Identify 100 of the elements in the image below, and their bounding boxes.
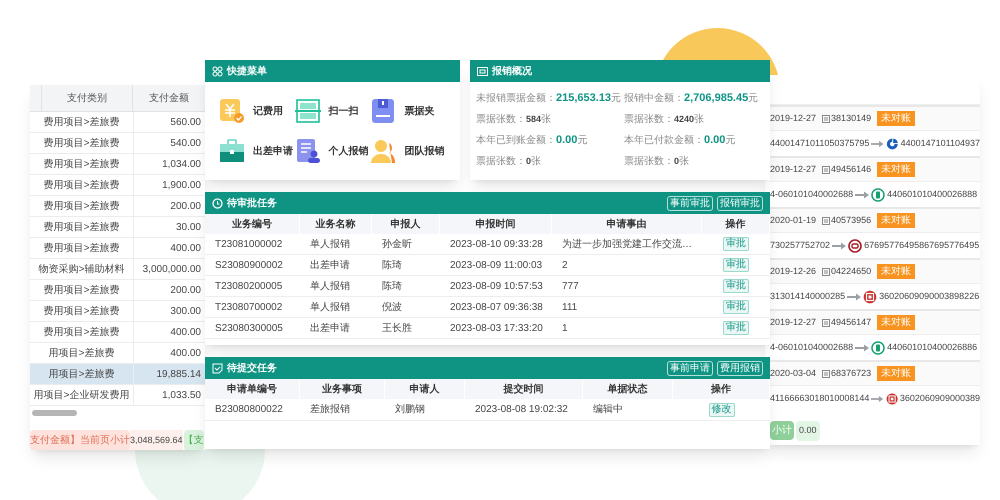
document-icon (822, 318, 830, 326)
table-row[interactable]: 费用项目>差旅费 540.00 (30, 133, 205, 154)
table-row[interactable]: 用项目>差旅费 400.00 (30, 343, 205, 364)
date-text: 2019-12-27 (770, 112, 816, 125)
stat-text: 未报销票据金额：215,653.13元 (476, 91, 622, 106)
card-title: 报销概况 (492, 64, 532, 78)
action-button[interactable]: 审批 (723, 279, 749, 293)
column-header: 提交时间 (465, 379, 583, 399)
column-header: 操作 (673, 379, 770, 399)
header-button[interactable]: 费用报销 (717, 360, 763, 376)
card-title: 待审批任务 (227, 196, 277, 210)
date-text: 2020-03-04 (770, 366, 816, 380)
date-text: 2019-12-27 (770, 162, 816, 176)
scrollbar-thumb[interactable] (32, 410, 77, 416)
table-cell-text: 费用项目>差旅费 (42, 116, 120, 130)
menu-item[interactable]: 出差申请 (219, 138, 295, 164)
subtotal-label: 小计 (770, 421, 794, 440)
grid-icon (212, 66, 223, 76)
table-row[interactable]: 费用项目>差旅费 560.00 (30, 112, 205, 133)
table-cell-text: 1 (561, 322, 569, 336)
table-row[interactable]: 费用项目>差旅费 400.00 (30, 322, 205, 343)
stat-text: 票据张数：4240张 (624, 112, 704, 127)
table-cell-text: 孙金昕 (381, 238, 413, 252)
table-row[interactable]: 费用项目>差旅费 1,034.00 (30, 154, 205, 175)
action-button[interactable]: 审批 (723, 300, 749, 314)
document-icon (822, 268, 830, 276)
table-cell-text: 2023-08-10 09:33:28 (449, 238, 544, 252)
menu-item[interactable]: 团队报销 (370, 138, 446, 164)
table-cell-text: 2023-08-07 09:36:38 (449, 300, 544, 314)
bank-logo-icon (863, 290, 878, 304)
table-row[interactable]: 费用项目>差旅费 1,900.00 (30, 175, 205, 196)
table-cell-text: B23080800022 (214, 403, 284, 417)
date-text: 2019-12-26 (770, 264, 816, 278)
table-cell-text: 出差申请 (309, 258, 351, 272)
table-row[interactable]: 费用项目>差旅费 200.00 (30, 196, 205, 217)
card-title: 快捷菜单 (227, 64, 267, 78)
bank-logo-icon (886, 136, 899, 150)
menu-item[interactable]: 记费用 (219, 98, 295, 124)
arrow-icon (855, 344, 870, 352)
table-row[interactable]: 物资采购>辅助材料 3,000,000.00 (30, 259, 205, 280)
table-cell-text: 2023-08-08 19:02:32 (474, 403, 569, 417)
table-cell-text: S23080900002 (214, 258, 284, 272)
status-badge: 未对账 (877, 111, 916, 126)
bank-logo-icon (886, 392, 898, 406)
table-cell-text: 2023-08-03 17:33:20 (449, 322, 544, 336)
table-row[interactable]: 费用项目>差旅费 30.00 (30, 217, 205, 238)
table-row[interactable]: 费用项目>差旅费 400.00 (30, 238, 205, 259)
record-number: 68376723 (831, 366, 872, 380)
header-button[interactable]: 事前申请 (667, 360, 713, 376)
menu-item[interactable]: 扫一扫 (294, 98, 370, 124)
arrow-icon (832, 242, 846, 250)
stat-text: 本年已付款金额：0.00元 (624, 133, 736, 148)
table-cell-text: 陈琦 (381, 258, 403, 272)
menu-item[interactable]: 个人报销 (294, 138, 370, 164)
column-header: 支付金额 (148, 92, 190, 106)
table-cell-text: 倪波 (381, 300, 403, 314)
account-number: 4-060101040002688 (770, 188, 854, 201)
briefcase-icon (219, 138, 245, 164)
column-header: 操作 (702, 214, 770, 234)
account-number: 67695776495867695776495 (864, 238, 980, 252)
table-cell-text: 费用项目>差旅费 (42, 200, 120, 214)
action-button[interactable]: 审批 (723, 321, 749, 335)
table-cell-text: T23081000002 (214, 238, 284, 252)
column-header: 申请人 (385, 379, 465, 399)
table-cell-text: 用项目>差旅费 (48, 346, 116, 360)
table-cell-text: 陈琦 (381, 280, 403, 294)
checklist-icon (212, 362, 223, 374)
arrow-icon (871, 394, 884, 402)
table-cell-text: 2 (561, 258, 569, 272)
action-button[interactable]: 审批 (723, 258, 749, 272)
table-row[interactable]: 用项目>差旅费 19,885.14 (30, 364, 205, 385)
stat-text: 票据张数：0张 (624, 154, 690, 169)
table-cell-text: S23080300005 (214, 322, 284, 336)
subtotal-value: 0.00 (796, 421, 820, 440)
action-button[interactable]: 审批 (723, 237, 749, 251)
table-cell-text: 单人报销 (309, 300, 351, 314)
table-cell-text: 差旅报销 (309, 402, 351, 417)
table-cell-text: 费用项目>差旅费 (42, 158, 120, 172)
table-cell-text: 费用项目>差旅费 (42, 326, 120, 340)
column-header: 申报时间 (440, 214, 552, 234)
column-header: 支付类别 (42, 85, 133, 111)
column-header: 业务事项 (300, 379, 385, 399)
account-number: 44001471011050375795 (770, 136, 870, 150)
record-number: 04224650 (831, 264, 872, 278)
table-cell-text: 费用项目>差旅费 (42, 220, 120, 234)
table-row[interactable]: 用项目>企业研发费用 1,033.50 (30, 385, 205, 406)
record-number: 49456147 (831, 316, 872, 329)
yen-receipt-icon (219, 98, 245, 124)
table-cell-text: 费用项目>差旅费 (42, 136, 120, 150)
column-header: 业务编号 (205, 214, 300, 234)
document-icon (822, 166, 830, 174)
menu-item[interactable]: 票据夹 (370, 98, 446, 124)
table-row[interactable]: 费用项目>差旅费 300.00 (30, 301, 205, 322)
action-button[interactable]: 修改 (708, 402, 734, 416)
header-button[interactable]: 事前审批 (667, 196, 713, 210)
table-cell-text: 物资采购>辅助材料 (38, 262, 126, 276)
account-number: 3602060909000389 (900, 392, 980, 405)
status-badge: 未对账 (877, 366, 916, 381)
table-row[interactable]: 费用项目>差旅费 200.00 (30, 280, 205, 301)
header-button[interactable]: 报销审批 (717, 196, 763, 210)
